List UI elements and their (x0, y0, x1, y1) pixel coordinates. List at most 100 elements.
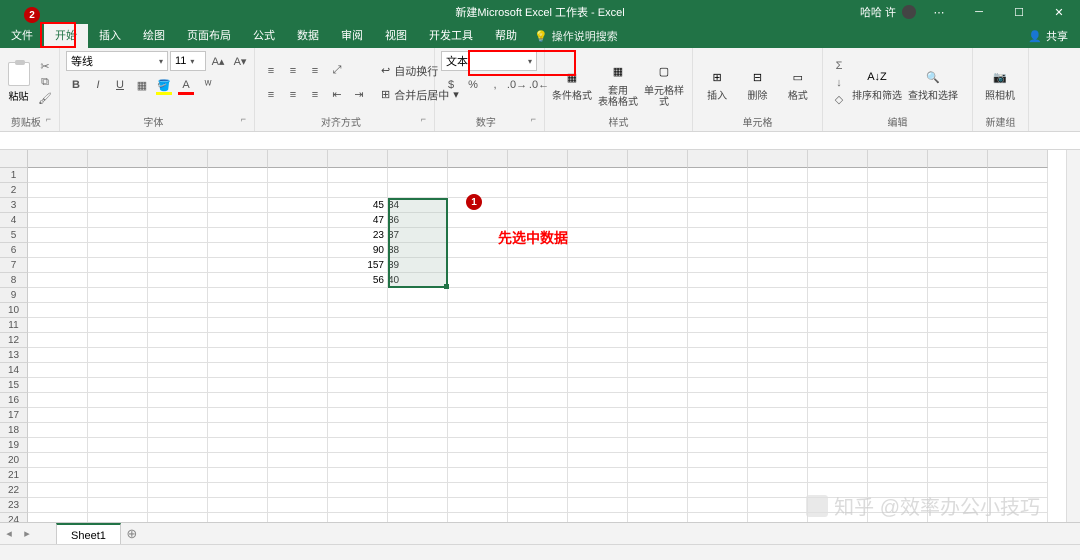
cell[interactable] (268, 273, 328, 288)
cell[interactable] (688, 393, 748, 408)
cell[interactable] (268, 333, 328, 348)
cell[interactable] (928, 348, 988, 363)
cell[interactable] (748, 468, 808, 483)
cell[interactable] (748, 348, 808, 363)
cell[interactable]: 23 (328, 228, 388, 243)
cell[interactable] (268, 258, 328, 273)
copy-button[interactable]: ⧉ (37, 76, 53, 90)
cell[interactable] (928, 318, 988, 333)
cell[interactable] (448, 333, 508, 348)
cell[interactable] (388, 288, 448, 303)
cell[interactable] (28, 453, 88, 468)
cell[interactable] (88, 483, 148, 498)
cell[interactable] (208, 348, 268, 363)
cell[interactable] (268, 288, 328, 303)
cell[interactable] (148, 468, 208, 483)
cell[interactable] (688, 378, 748, 393)
bold-button[interactable]: B (66, 75, 86, 95)
cell[interactable] (508, 168, 568, 183)
cell[interactable] (628, 393, 688, 408)
cell[interactable] (988, 468, 1048, 483)
cell[interactable] (28, 348, 88, 363)
align-right-icon[interactable]: ≡ (305, 85, 325, 105)
cell[interactable] (748, 498, 808, 513)
cell[interactable] (508, 483, 568, 498)
cell[interactable] (688, 333, 748, 348)
cell[interactable] (208, 333, 268, 348)
cell[interactable] (448, 288, 508, 303)
cell[interactable] (268, 393, 328, 408)
cell[interactable] (568, 483, 628, 498)
cell[interactable] (268, 408, 328, 423)
cell[interactable]: 47 (328, 213, 388, 228)
cell[interactable] (448, 468, 508, 483)
cell[interactable] (388, 363, 448, 378)
cut-button[interactable]: ✂ (37, 60, 53, 74)
cell[interactable] (268, 483, 328, 498)
add-sheet-button[interactable]: ⊕ (121, 526, 143, 542)
cell[interactable] (628, 333, 688, 348)
font-launcher-icon[interactable]: ⌐ (241, 114, 246, 124)
cell[interactable] (268, 468, 328, 483)
cell[interactable] (568, 333, 628, 348)
cell[interactable] (448, 453, 508, 468)
cell[interactable] (868, 378, 928, 393)
cell[interactable] (328, 378, 388, 393)
cell[interactable] (688, 198, 748, 213)
cell[interactable] (268, 378, 328, 393)
cell[interactable] (988, 453, 1048, 468)
fill-icon[interactable]: ↓ (831, 76, 847, 90)
cell[interactable] (628, 258, 688, 273)
cell[interactable] (568, 243, 628, 258)
format-as-table-button[interactable]: ▦套用 表格格式 (597, 58, 639, 108)
cell[interactable] (28, 378, 88, 393)
tab-view[interactable]: 视图 (374, 24, 418, 48)
cell[interactable] (808, 213, 868, 228)
cell[interactable] (508, 363, 568, 378)
cell[interactable] (808, 393, 868, 408)
decrease-font-icon[interactable]: A▾ (230, 51, 250, 71)
cell[interactable] (868, 258, 928, 273)
cell[interactable] (568, 408, 628, 423)
cell[interactable] (328, 483, 388, 498)
align-top-icon[interactable]: ≡ (261, 61, 281, 81)
cell[interactable] (388, 438, 448, 453)
cell[interactable] (928, 303, 988, 318)
cell[interactable] (868, 243, 928, 258)
cell[interactable] (268, 438, 328, 453)
cell[interactable] (568, 498, 628, 513)
align-launcher-icon[interactable]: ⌐ (421, 114, 426, 124)
cell[interactable] (808, 378, 868, 393)
cell[interactable] (148, 393, 208, 408)
cell[interactable] (928, 378, 988, 393)
cell[interactable] (148, 438, 208, 453)
cell[interactable] (388, 483, 448, 498)
cell[interactable] (688, 273, 748, 288)
cell[interactable] (88, 408, 148, 423)
cell[interactable] (808, 453, 868, 468)
cell[interactable] (388, 408, 448, 423)
cell[interactable] (28, 243, 88, 258)
cell[interactable] (88, 453, 148, 468)
cell[interactable] (88, 288, 148, 303)
cell[interactable] (508, 318, 568, 333)
cell[interactable] (328, 183, 388, 198)
cell[interactable] (268, 363, 328, 378)
cell[interactable] (568, 168, 628, 183)
cell[interactable] (988, 393, 1048, 408)
cell[interactable] (988, 213, 1048, 228)
cell[interactable] (628, 198, 688, 213)
number-launcher-icon[interactable]: ⌐ (531, 114, 536, 124)
accounting-format-icon[interactable]: $ (441, 75, 461, 95)
sheet-nav-prev-icon[interactable]: ◂ (0, 527, 18, 540)
cell[interactable] (568, 318, 628, 333)
cell[interactable] (868, 228, 928, 243)
cell[interactable] (568, 438, 628, 453)
cell[interactable] (148, 483, 208, 498)
cell[interactable] (988, 423, 1048, 438)
cell[interactable] (808, 243, 868, 258)
cell[interactable]: 40 (388, 273, 448, 288)
cell[interactable] (388, 423, 448, 438)
cell[interactable] (988, 348, 1048, 363)
cell[interactable] (688, 303, 748, 318)
